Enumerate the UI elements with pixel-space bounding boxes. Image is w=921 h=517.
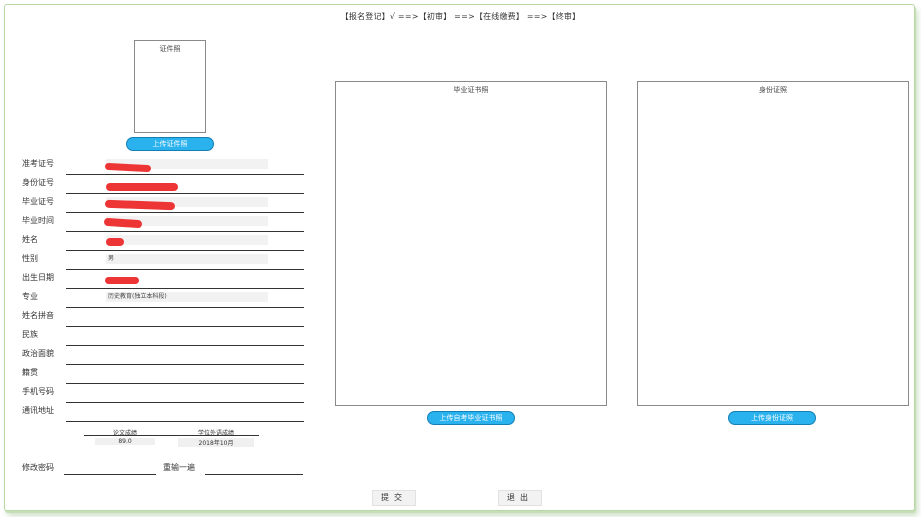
field-underline[interactable] xyxy=(66,383,304,384)
idcard-preview: 身份证照 xyxy=(637,81,909,406)
degree-language-score: 学位外语成绩 2018年10月 xyxy=(178,428,254,447)
score-divider xyxy=(84,435,259,436)
field-graduation-date: 毕业时间 xyxy=(22,214,304,232)
field-underline[interactable] xyxy=(66,326,304,327)
thesis-score: 论文成绩 89.0 xyxy=(95,428,155,445)
field-underline xyxy=(66,231,304,232)
confirm-password-input[interactable] xyxy=(205,473,303,475)
field-label: 民族 xyxy=(22,330,38,339)
field-underline xyxy=(66,269,304,270)
field-birth-date: 出生日期 xyxy=(22,271,304,289)
redaction-mark xyxy=(106,238,124,246)
field-gender: 性别 男 xyxy=(22,252,304,270)
field-value[interactable] xyxy=(106,235,268,245)
idcard-caption: 身份证照 xyxy=(759,86,787,94)
field-native-place: 籍贯 xyxy=(22,366,304,384)
field-underline[interactable] xyxy=(66,364,304,365)
field-value[interactable]: 历史教育(独立本科段) xyxy=(106,292,268,302)
field-underline[interactable] xyxy=(66,402,304,403)
field-underline xyxy=(66,307,304,308)
photo-preview: 证件照 xyxy=(134,40,206,133)
field-political-status: 政治面貌 xyxy=(22,347,304,365)
field-label: 通讯地址 xyxy=(22,406,54,415)
field-label: 专业 xyxy=(22,292,38,301)
photo-caption: 证件照 xyxy=(159,45,181,53)
field-label: 姓名拼音 xyxy=(22,311,54,320)
password-input[interactable] xyxy=(64,473,156,475)
redaction-mark xyxy=(106,183,178,191)
field-underline[interactable] xyxy=(66,421,304,422)
field-label: 性别 xyxy=(22,254,38,263)
field-label: 准考证号 xyxy=(22,159,54,168)
field-underline xyxy=(66,212,304,213)
field-phone: 手机号码 xyxy=(22,385,304,403)
field-address: 通讯地址 xyxy=(22,404,304,422)
field-underline xyxy=(66,288,304,289)
field-label: 毕业时间 xyxy=(22,216,54,225)
thesis-score-value: 89.0 xyxy=(95,438,155,445)
upload-photo-button[interactable]: 上传证件照 xyxy=(126,137,214,151)
field-name: 姓名 xyxy=(22,233,304,251)
field-underline xyxy=(66,174,304,175)
field-value[interactable]: 男 xyxy=(106,254,268,264)
field-label: 毕业证号 xyxy=(22,197,54,206)
field-admission-number: 准考证号 xyxy=(22,157,304,175)
diploma-caption: 毕业证书照 xyxy=(453,86,489,94)
field-name-pinyin: 姓名拼音 xyxy=(22,309,304,327)
progress-steps: 【报名登记】√ ==>【初审】 ==>【在线缴费】 ==>【终审】 xyxy=(340,12,581,21)
field-label: 籍贯 xyxy=(22,368,38,377)
field-ethnicity: 民族 xyxy=(22,328,304,346)
field-label: 手机号码 xyxy=(22,387,54,396)
field-label: 政治面貌 xyxy=(22,349,54,358)
password-label: 修改密码 xyxy=(22,463,54,472)
field-major: 专业 历史教育(独立本科段) xyxy=(22,290,304,308)
field-label: 身份证号 xyxy=(22,178,54,187)
redaction-mark xyxy=(105,277,139,284)
degree-score-value: 2018年10月 xyxy=(178,438,254,447)
exit-button[interactable]: 退出 xyxy=(498,490,542,506)
field-underline xyxy=(66,193,304,194)
confirm-password-label: 重输一遍 xyxy=(163,463,195,472)
field-label: 姓名 xyxy=(22,235,38,244)
upload-diploma-button[interactable]: 上传自考毕业证书照 xyxy=(427,411,515,425)
diploma-preview: 毕业证书照 xyxy=(335,81,607,406)
field-label: 出生日期 xyxy=(22,273,54,282)
field-underline[interactable] xyxy=(66,345,304,346)
upload-idcard-button[interactable]: 上传身份证照 xyxy=(728,411,816,425)
field-underline xyxy=(66,250,304,251)
submit-button[interactable]: 提交 xyxy=(372,490,416,506)
